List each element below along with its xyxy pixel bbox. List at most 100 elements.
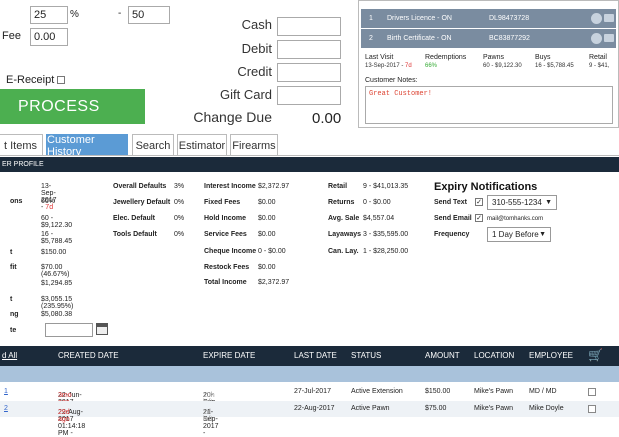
cheque-income-label: Cheque Income — [204, 248, 257, 255]
retail-label: Retail — [589, 54, 607, 61]
fee-label: Fee — [2, 30, 21, 42]
profile-value: $5,080.38 — [41, 311, 73, 318]
total-income-label: Total Income — [204, 279, 247, 286]
col-amount[interactable]: AMOUNT — [425, 351, 460, 360]
expiry-notifications-title: Expiry Notifications — [434, 181, 538, 193]
col-employee[interactable]: EMPLOYEE — [529, 351, 573, 360]
location-pin-icon[interactable] — [591, 33, 602, 44]
frequency-select[interactable]: 1 Day Before ▼ — [487, 227, 551, 242]
col-last-date[interactable]: LAST DATE — [294, 351, 337, 360]
last-visit-label: Last Visit — [365, 54, 394, 61]
cert-description: Birth Certificate - ON — [387, 35, 452, 42]
tab-items[interactable]: t Items — [0, 134, 43, 156]
debit-label: Debit — [241, 41, 272, 56]
calendar-icon[interactable] — [96, 323, 108, 335]
redemptions-label: Redemptions — [425, 54, 467, 61]
cert-description: Drivers Licence - ON — [387, 15, 452, 22]
fee-input[interactable] — [30, 28, 68, 46]
table-row[interactable]: 2 22-Aug-2017 01:14:18 PM - 29d ago 21-S… — [0, 401, 619, 437]
send-text-checkbox[interactable]: ✓ — [475, 198, 483, 206]
hold-income-label: Hold Income — [204, 215, 247, 222]
buys-label: Buys — [535, 54, 551, 61]
pawns-value: 60 - $9,122.30 — [483, 63, 522, 69]
gift-card-input[interactable] — [277, 86, 341, 105]
row-checkbox[interactable] — [588, 405, 596, 413]
row-location: Mike's Pawn — [474, 388, 514, 395]
last-visit-date: 13-Sep-2017 - — [365, 63, 404, 69]
customer-notes-textarea[interactable]: Great Customer! — [365, 86, 613, 124]
chevron-down-icon: ▼ — [545, 199, 552, 206]
frequency-label: Frequency — [434, 231, 470, 238]
cheque-income-value: 0 - $0.00 — [258, 248, 286, 255]
cert-number: 1 — [369, 15, 373, 22]
date-input[interactable] — [45, 323, 93, 337]
camera-icon[interactable] — [604, 14, 614, 22]
camera-icon[interactable] — [604, 34, 614, 42]
chevron-down-icon: ▼ — [539, 231, 546, 238]
tab-firearms[interactable]: Firearms — [230, 134, 278, 156]
profile-key: t — [10, 296, 13, 303]
process-button[interactable]: PROCESS — [0, 89, 145, 124]
can-lay-value: 1 - $28,250.00 — [363, 248, 409, 255]
row-amount: $75.00 — [425, 405, 447, 412]
ereceipt-label: E-Receipt — [6, 74, 55, 86]
tab-search[interactable]: Search — [132, 134, 174, 156]
cart-icon[interactable]: 🛒 — [588, 348, 603, 362]
row-link[interactable]: 1 — [4, 388, 8, 395]
credit-label: Credit — [237, 64, 272, 79]
row-employee: MD / MD — [529, 388, 557, 395]
pawns-label: Pawns — [483, 54, 505, 61]
row-status: Active Extension — [351, 388, 403, 395]
returns-value: 0 - $0.00 — [363, 199, 391, 206]
credit-input[interactable] — [277, 63, 341, 82]
customer-info-panel: 1 Drivers Licence - ON DL98473728 2 Birt… — [358, 0, 619, 128]
certificate-row[interactable]: 1 Drivers Licence - ON DL98473728 — [361, 9, 616, 28]
retail-value: 9 - $41,013.35 — [363, 183, 409, 190]
profile-value: $3,055.15 (235.95%) — [41, 296, 74, 310]
send-email-value: mail@tomhanks.com — [487, 216, 544, 222]
retail-value: 9 - $41, — [589, 63, 610, 69]
row-link[interactable]: 2 — [4, 405, 8, 412]
col-location[interactable]: LOCATION — [474, 351, 514, 360]
certificate-row[interactable]: 2 Birth Certificate - ON BC83877292 — [361, 29, 616, 48]
tools-default-label: Tools Default — [113, 231, 157, 238]
send-email-checkbox[interactable]: ✓ — [475, 214, 483, 222]
select-all-link[interactable]: d All — [2, 351, 17, 360]
col-expire-date[interactable]: EXPIRE DATE — [203, 351, 255, 360]
send-text-phone-select[interactable]: 310-555-1234 ▼ — [487, 195, 557, 210]
table-row[interactable]: 1 22-Jun-2017 02:13:14 PM - 3mo ago 20-S… — [0, 384, 619, 420]
can-lay-label: Can. Lay. — [328, 248, 359, 255]
ereceipt-checkbox[interactable] — [57, 76, 65, 84]
interest-income-value: $2,372.97 — [258, 183, 290, 190]
cash-input[interactable] — [277, 17, 341, 36]
service-fees-value: $0.00 — [258, 231, 276, 238]
location-pin-icon[interactable] — [591, 13, 602, 24]
fixed-fees-label: Fixed Fees — [204, 199, 241, 206]
tab-customer-history[interactable]: Customer History — [46, 134, 128, 158]
profile-pawns: 60 - $9,122.30 — [41, 215, 73, 229]
row-expire-left: 1d left — [203, 409, 213, 423]
gift-card-label: Gift Card — [219, 87, 272, 102]
percent-symbol: % — [70, 9, 79, 20]
debit-input[interactable] — [277, 40, 341, 59]
col-created-date[interactable]: CREATED DATE — [58, 351, 119, 360]
service-fees-label: Service Fees — [204, 231, 247, 238]
profile-key: ons — [10, 198, 23, 205]
row-location: Mike's Pawn — [474, 405, 514, 412]
row-amount: $150.00 — [425, 388, 451, 395]
send-text-phone-value: 310-555-1234 — [492, 198, 542, 207]
tab-estimator[interactable]: Estimator — [177, 134, 227, 156]
row-checkbox[interactable] — [588, 388, 596, 396]
row-last-date: 27-Jul-2017 — [294, 388, 331, 395]
tools-default-value: 0% — [174, 231, 185, 238]
layaways-label: Layaways — [328, 231, 362, 238]
table-subheader — [0, 366, 619, 382]
returns-label: Returns — [328, 199, 355, 206]
overall-defaults-label: Overall Defaults — [113, 183, 167, 190]
interest-income-label: Interest Income — [204, 183, 256, 190]
retail-label: Retail — [328, 183, 348, 190]
col-status[interactable]: STATUS — [351, 351, 381, 360]
redemptions-value: 66% — [425, 63, 438, 69]
history-table-header: d All CREATED DATE EXPIRE DATE LAST DATE… — [0, 346, 619, 366]
percent-input[interactable] — [30, 6, 68, 24]
